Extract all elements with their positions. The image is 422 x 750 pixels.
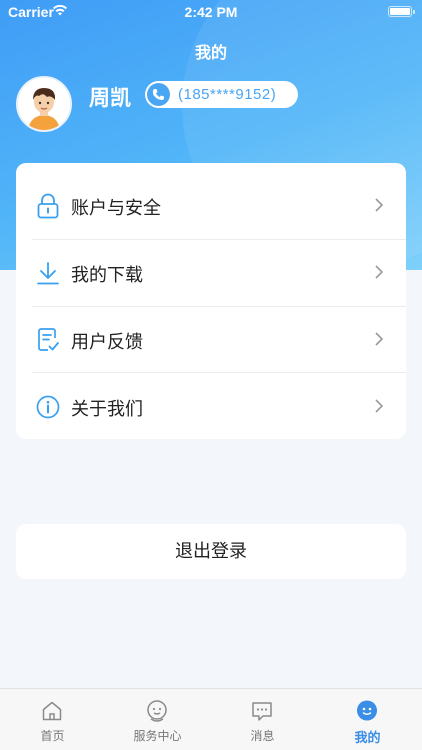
info-icon — [36, 394, 60, 419]
battery-icon — [388, 6, 415, 17]
profile-icon — [355, 699, 379, 723]
chevron-right-icon — [374, 264, 384, 280]
user-name: 周凯 — [89, 87, 131, 110]
tab-label: 消息 — [250, 729, 275, 743]
tab-profile[interactable]: 我的 — [315, 689, 420, 750]
menu-item-label: 我的下载 — [71, 265, 143, 285]
message-icon — [250, 699, 274, 723]
logout-button[interactable]: 退出登录 — [16, 524, 406, 579]
page-title: 我的 — [194, 45, 227, 62]
menu-item-label: 账户与安全 — [71, 198, 161, 218]
tab-service-center[interactable]: 服务中心 — [105, 689, 210, 750]
menu-item-feedback[interactable]: 用户反馈 — [16, 297, 406, 364]
home-icon — [40, 699, 64, 723]
tab-label: 首页 — [40, 729, 65, 743]
tab-label: 服务中心 — [133, 729, 182, 743]
menu-item-my-downloads[interactable]: 我的下载 — [16, 230, 406, 297]
tab-bar: 首页 服务中心 消息 我的 — [0, 688, 422, 750]
download-icon — [36, 260, 60, 285]
feedback-icon — [36, 327, 60, 351]
menu-item-account-security[interactable]: 账户与安全 — [16, 163, 406, 230]
status-bar: Carrier 2:42 PM — [0, 0, 422, 24]
avatar-illustration-icon — [18, 78, 70, 130]
tab-messages[interactable]: 消息 — [210, 689, 315, 750]
menu-card: 账户与安全 我的下载 用户反馈 关于我们 — [16, 163, 406, 439]
chevron-right-icon — [374, 197, 384, 213]
menu-item-label: 用户反馈 — [71, 332, 143, 352]
avatar[interactable] — [16, 76, 72, 132]
menu-item-label: 关于我们 — [71, 399, 143, 419]
lock-icon — [36, 193, 60, 219]
phone-number: (185****9152) — [178, 86, 277, 103]
tab-home[interactable]: 首页 — [0, 689, 105, 750]
chevron-right-icon — [374, 398, 384, 414]
service-icon — [145, 699, 169, 723]
menu-item-about-us[interactable]: 关于我们 — [16, 364, 406, 431]
phone-icon — [147, 83, 170, 106]
tab-label: 我的 — [354, 730, 381, 745]
chevron-right-icon — [374, 331, 384, 347]
phone-badge: (185****9152) — [145, 81, 298, 108]
clock: 2:42 PM — [184, 4, 238, 20]
